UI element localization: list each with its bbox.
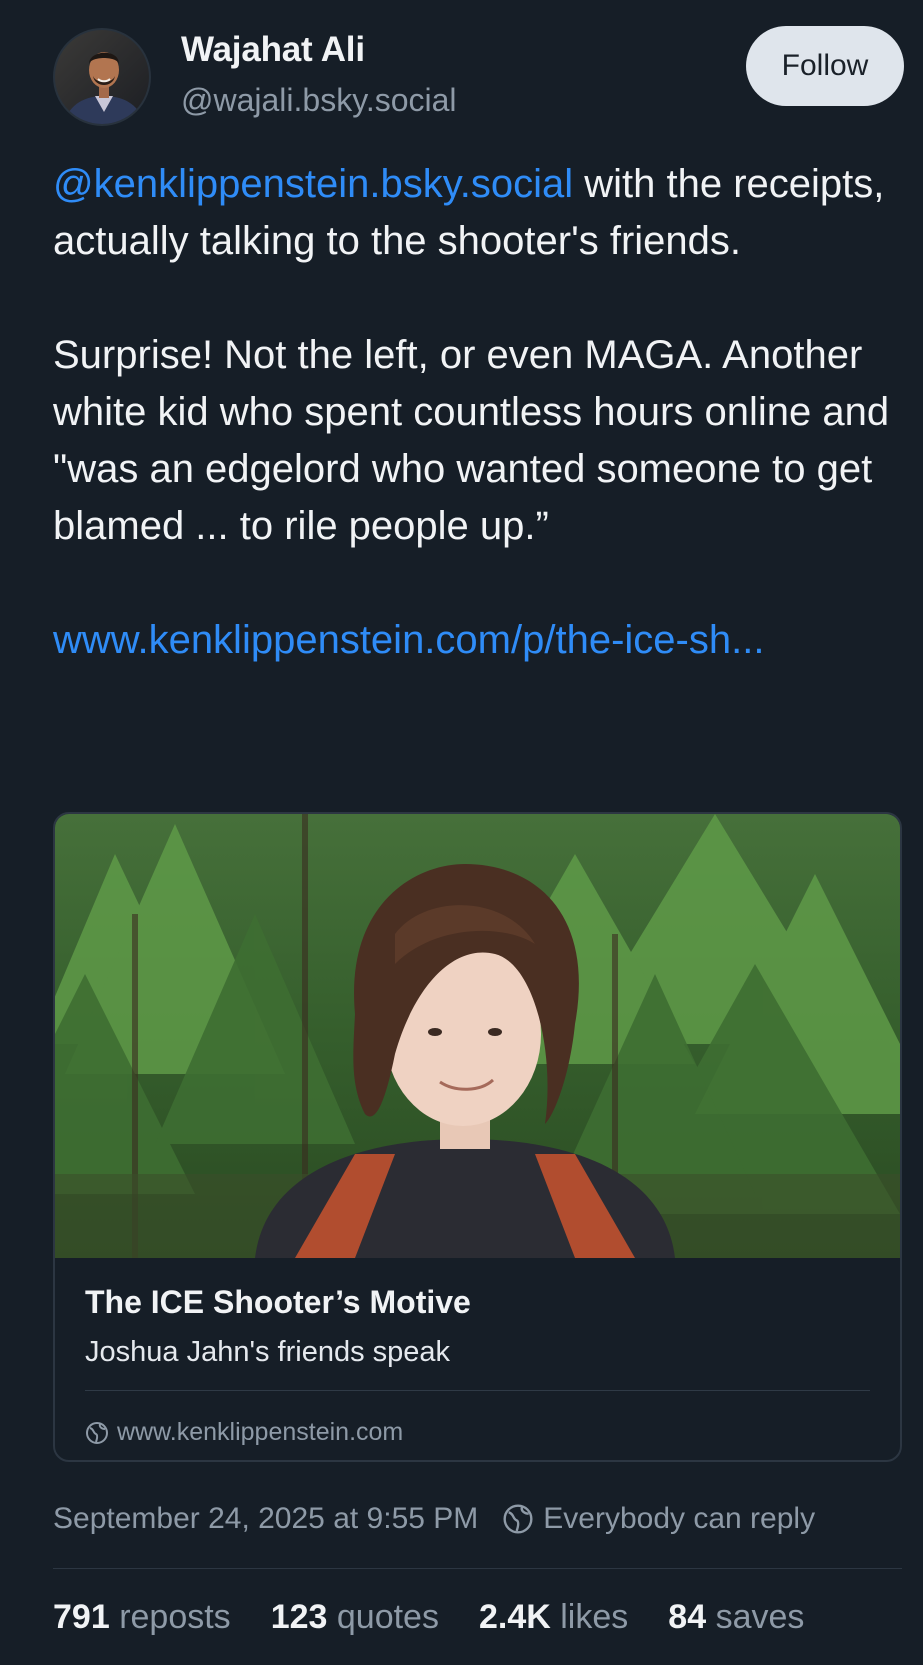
quotes-count: 123 bbox=[270, 1598, 328, 1636]
follow-button[interactable]: Follow bbox=[746, 26, 904, 106]
card-divider bbox=[85, 1390, 870, 1391]
mention-link[interactable]: @kenklippenstein.bsky.social bbox=[53, 162, 573, 206]
post-body: @kenklippenstein.bsky.social with the re… bbox=[53, 156, 913, 669]
card-title: The ICE Shooter’s Motive bbox=[85, 1284, 471, 1320]
saves-count: 84 bbox=[668, 1598, 707, 1636]
card-description: Joshua Jahn's friends speak bbox=[85, 1336, 451, 1368]
quotes-label: quotes bbox=[336, 1598, 439, 1636]
author-display-name[interactable]: Wajahat Ali bbox=[181, 30, 365, 70]
saves-label: saves bbox=[715, 1598, 805, 1636]
reposts-label: reposts bbox=[119, 1598, 231, 1636]
avatar-portrait-image bbox=[55, 30, 149, 124]
author-handle[interactable]: @wajali.bsky.social bbox=[181, 82, 457, 119]
link-preview-card[interactable]: The ICE Shooter’s Motive Joshua Jahn's f… bbox=[53, 812, 902, 1462]
post-paragraph-1: @kenklippenstein.bsky.social with the re… bbox=[53, 156, 913, 270]
quotes-stat[interactable]: 123 quotes bbox=[271, 1598, 439, 1637]
card-domain: www.kenklippenstein.com bbox=[117, 1418, 404, 1446]
author-avatar[interactable] bbox=[53, 28, 151, 126]
reposts-count: 791 bbox=[53, 1598, 110, 1636]
globe-icon bbox=[86, 1421, 108, 1444]
engagement-stats: 791 reposts 123 quotes 2.4K likes 84 sav… bbox=[53, 1598, 844, 1637]
reposts-stat[interactable]: 791 reposts bbox=[53, 1598, 231, 1637]
post-paragraph-2: Surprise! Not the left, or even MAGA. An… bbox=[53, 333, 890, 548]
likes-count: 2.4K bbox=[478, 1598, 551, 1636]
post-timestamp: September 24, 2025 at 9:55 PM bbox=[53, 1502, 479, 1535]
external-link[interactable]: www.kenklippenstein.com/p/the-ice-sh... bbox=[53, 618, 764, 662]
reply-setting[interactable]: Everybody can reply bbox=[502, 1502, 815, 1536]
post-meta-row: September 24, 2025 at 9:55 PM Everybody … bbox=[53, 1502, 815, 1536]
post-thread-view: Wajahat Ali @wajali.bsky.social Follow @… bbox=[0, 0, 923, 1665]
card-domain-row: www.kenklippenstein.com bbox=[85, 1418, 403, 1447]
likes-stat[interactable]: 2.4K likes bbox=[479, 1598, 628, 1637]
meta-divider bbox=[53, 1568, 902, 1569]
globe-icon bbox=[503, 1504, 533, 1534]
reply-setting-label: Everybody can reply bbox=[543, 1502, 816, 1535]
likes-label: likes bbox=[560, 1598, 629, 1636]
saves-stat[interactable]: 84 saves bbox=[668, 1598, 804, 1637]
link-preview-image bbox=[55, 814, 900, 1258]
